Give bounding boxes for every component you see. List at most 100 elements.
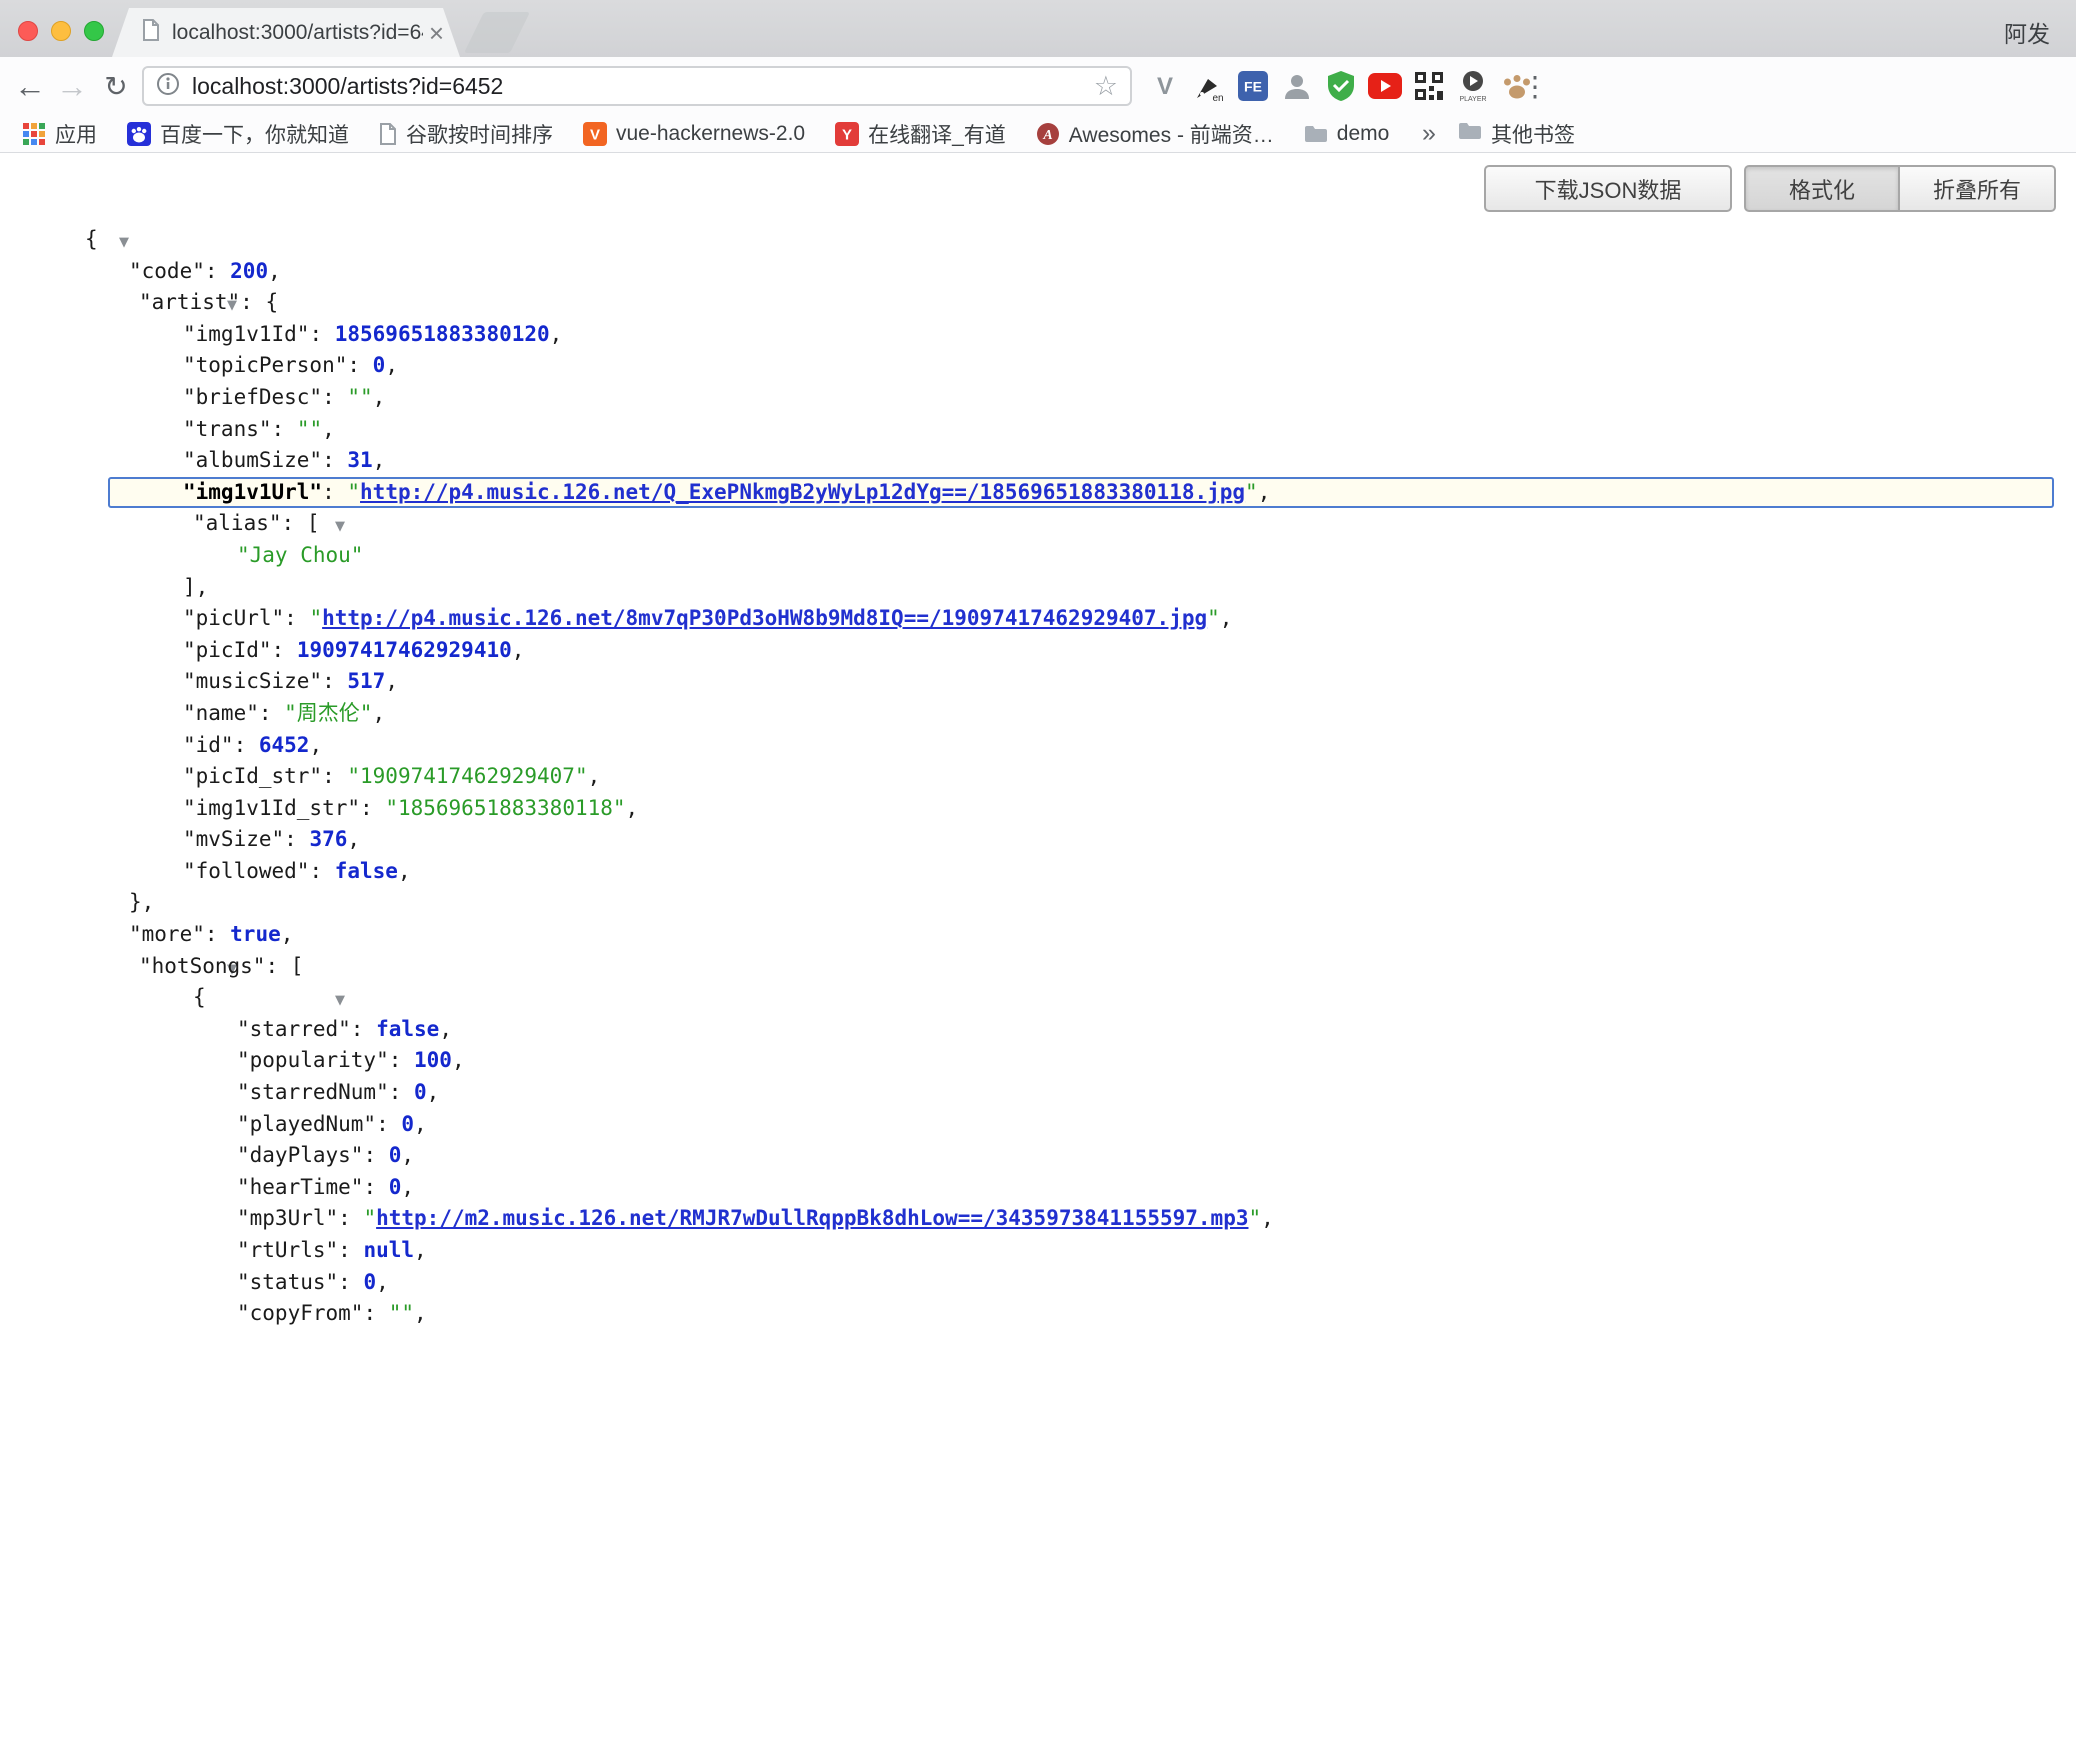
json-punctuation: : <box>284 606 309 630</box>
awesomes-icon: A <box>1036 122 1060 146</box>
profile-name[interactable]: 阿发 <box>2004 15 2050 49</box>
format-button[interactable]: 格式化 <box>1744 165 1900 212</box>
bookmark-item[interactable]: demo <box>1304 122 1390 146</box>
json-punctuation: : <box>309 322 334 346</box>
json-key: "mvSize" <box>183 827 284 851</box>
bookmark-item[interactable]: 应用 <box>22 119 97 149</box>
json-key: "musicSize" <box>183 669 322 693</box>
json-line: "topicPerson": 0, <box>0 350 2076 382</box>
json-line: "picUrl": "http://p4.music.126.net/8mv7q… <box>0 603 2076 635</box>
json-punctuation: , <box>1261 1206 1274 1230</box>
json-quote: " <box>347 480 360 504</box>
other-bookmarks-folder[interactable]: 其他书签 <box>1458 115 1575 152</box>
bookmark-item[interactable]: 百度一下，你就知道 <box>127 119 349 149</box>
page-document-icon <box>142 19 160 46</box>
json-line: "picId_str": "19097417462929407", <box>0 761 2076 793</box>
download-json-button[interactable]: 下载JSON数据 <box>1484 165 1732 212</box>
json-key: "img1v1Id_str" <box>183 796 360 820</box>
minimize-window-button[interactable] <box>51 21 71 41</box>
tab-close-icon[interactable]: × <box>429 20 444 46</box>
close-window-button[interactable] <box>18 21 38 41</box>
json-value: 19097417462929410 <box>297 638 512 662</box>
shield-icon[interactable] <box>1322 64 1360 108</box>
fe-icon[interactable]: FE <box>1234 64 1272 108</box>
folder-icon <box>1304 124 1328 144</box>
json-key: "briefDesc" <box>183 385 322 409</box>
address-bar[interactable]: localhost:3000/artists?id=6452 ☆ <box>142 66 1132 106</box>
json-line: "trans": "", <box>0 414 2076 446</box>
json-value: 376 <box>309 827 347 851</box>
json-key: "artist" <box>139 290 240 314</box>
bookmark-item[interactable]: AAwesomes - 前端资… <box>1036 119 1274 149</box>
qrcode-icon[interactable] <box>1410 64 1448 108</box>
tab-title: localhost:3000/artists?id=645 <box>172 21 423 45</box>
window-controls <box>18 21 104 41</box>
json-line: "status": 0, <box>0 1267 2076 1299</box>
json-key: "dayPlays" <box>237 1143 363 1167</box>
youtube-icon[interactable] <box>1366 64 1404 108</box>
bookmark-label: 谷歌按时间排序 <box>406 119 553 149</box>
json-url-link[interactable]: http://p4.music.126.net/Q_ExePNkmgB2yWyL… <box>360 480 1245 504</box>
svg-text:Y: Y <box>842 126 852 143</box>
json-line: ▼{ <box>0 982 2076 1014</box>
browser-tab[interactable]: localhost:3000/artists?id=645 × <box>112 8 460 57</box>
json-value: 0 <box>414 1080 427 1104</box>
json-punctuation: : <box>240 290 265 314</box>
json-punctuation: , <box>373 448 386 472</box>
apps-grid-icon <box>22 122 46 146</box>
json-punctuation: { <box>193 985 206 1009</box>
json-punctuation: , <box>347 827 360 851</box>
player-icon[interactable]: PLAYER <box>1454 64 1492 108</box>
collapse-all-button[interactable]: 折叠所有 <box>1900 165 2056 212</box>
json-line: "picId": 19097417462929410, <box>0 635 2076 667</box>
json-key: "followed" <box>183 859 309 883</box>
person-icon[interactable] <box>1278 64 1316 108</box>
back-button[interactable]: ← <box>8 57 52 115</box>
url-text: localhost:3000/artists?id=6452 <box>192 73 1094 100</box>
json-punctuation: : <box>376 1112 401 1136</box>
json-punctuation: : <box>389 1080 414 1104</box>
zoom-window-button[interactable] <box>84 21 104 41</box>
json-punctuation: { <box>85 227 98 251</box>
json-punctuation: : <box>282 511 307 535</box>
extensions-area: VenFE PLAYER <box>1146 57 1536 115</box>
collapse-toggle-icon[interactable]: ▼ <box>335 993 345 1008</box>
json-punctuation: , <box>385 353 398 377</box>
new-tab-button[interactable] <box>464 12 530 53</box>
json-key: "popularity" <box>237 1048 389 1072</box>
json-value: 6452 <box>259 733 310 757</box>
json-punctuation: , <box>512 638 525 662</box>
json-value: true <box>230 922 281 946</box>
collapse-toggle-icon[interactable]: ▼ <box>119 235 129 250</box>
other-bookmarks-label: 其他书签 <box>1491 119 1575 149</box>
json-punctuation: : <box>322 385 347 409</box>
json-line: "playedNum": 0, <box>0 1109 2076 1141</box>
json-line: "img1v1Id": 18569651883380120, <box>0 319 2076 351</box>
view-mode-segmented: 格式化 折叠所有 <box>1744 165 2056 212</box>
json-value: 100 <box>414 1048 452 1072</box>
bookmark-star-icon[interactable]: ☆ <box>1094 73 1118 100</box>
collapse-toggle-icon[interactable]: ▼ <box>335 519 345 534</box>
bookmark-item[interactable]: Y在线翻译_有道 <box>835 119 1006 149</box>
json-key: "rtUrls" <box>237 1238 338 1262</box>
json-line: "mp3Url": "http://m2.music.126.net/RMJR7… <box>0 1203 2076 1235</box>
browser-menu-icon[interactable]: ⋮ <box>1516 57 1554 115</box>
json-punctuation: { <box>265 290 278 314</box>
forward-button[interactable]: → <box>50 57 94 115</box>
bookmarks-overflow-icon[interactable]: » <box>1422 115 1436 152</box>
reload-button[interactable]: ↻ <box>94 57 138 115</box>
json-value: 31 <box>347 448 372 472</box>
json-string: "19097417462929407" <box>347 764 587 788</box>
site-info-icon[interactable] <box>156 72 180 101</box>
v-flag-icon[interactable]: V <box>1146 64 1184 108</box>
json-punctuation: : <box>272 417 297 441</box>
json-punctuation: , <box>372 701 385 725</box>
json-url-link[interactable]: http://p4.music.126.net/8mv7qP30Pd3oHW8b… <box>322 606 1207 630</box>
bookmark-item[interactable]: 谷歌按时间排序 <box>379 119 553 149</box>
json-value: 200 <box>230 259 268 283</box>
json-url-link[interactable]: http://m2.music.126.net/RMJR7wDullRqppBk… <box>376 1206 1248 1230</box>
bookmark-item[interactable]: Vvue-hackernews-2.0 <box>583 122 805 146</box>
translate-pen-icon[interactable]: en <box>1190 64 1228 108</box>
json-punctuation: : <box>272 638 297 662</box>
json-punctuation: : <box>205 922 230 946</box>
